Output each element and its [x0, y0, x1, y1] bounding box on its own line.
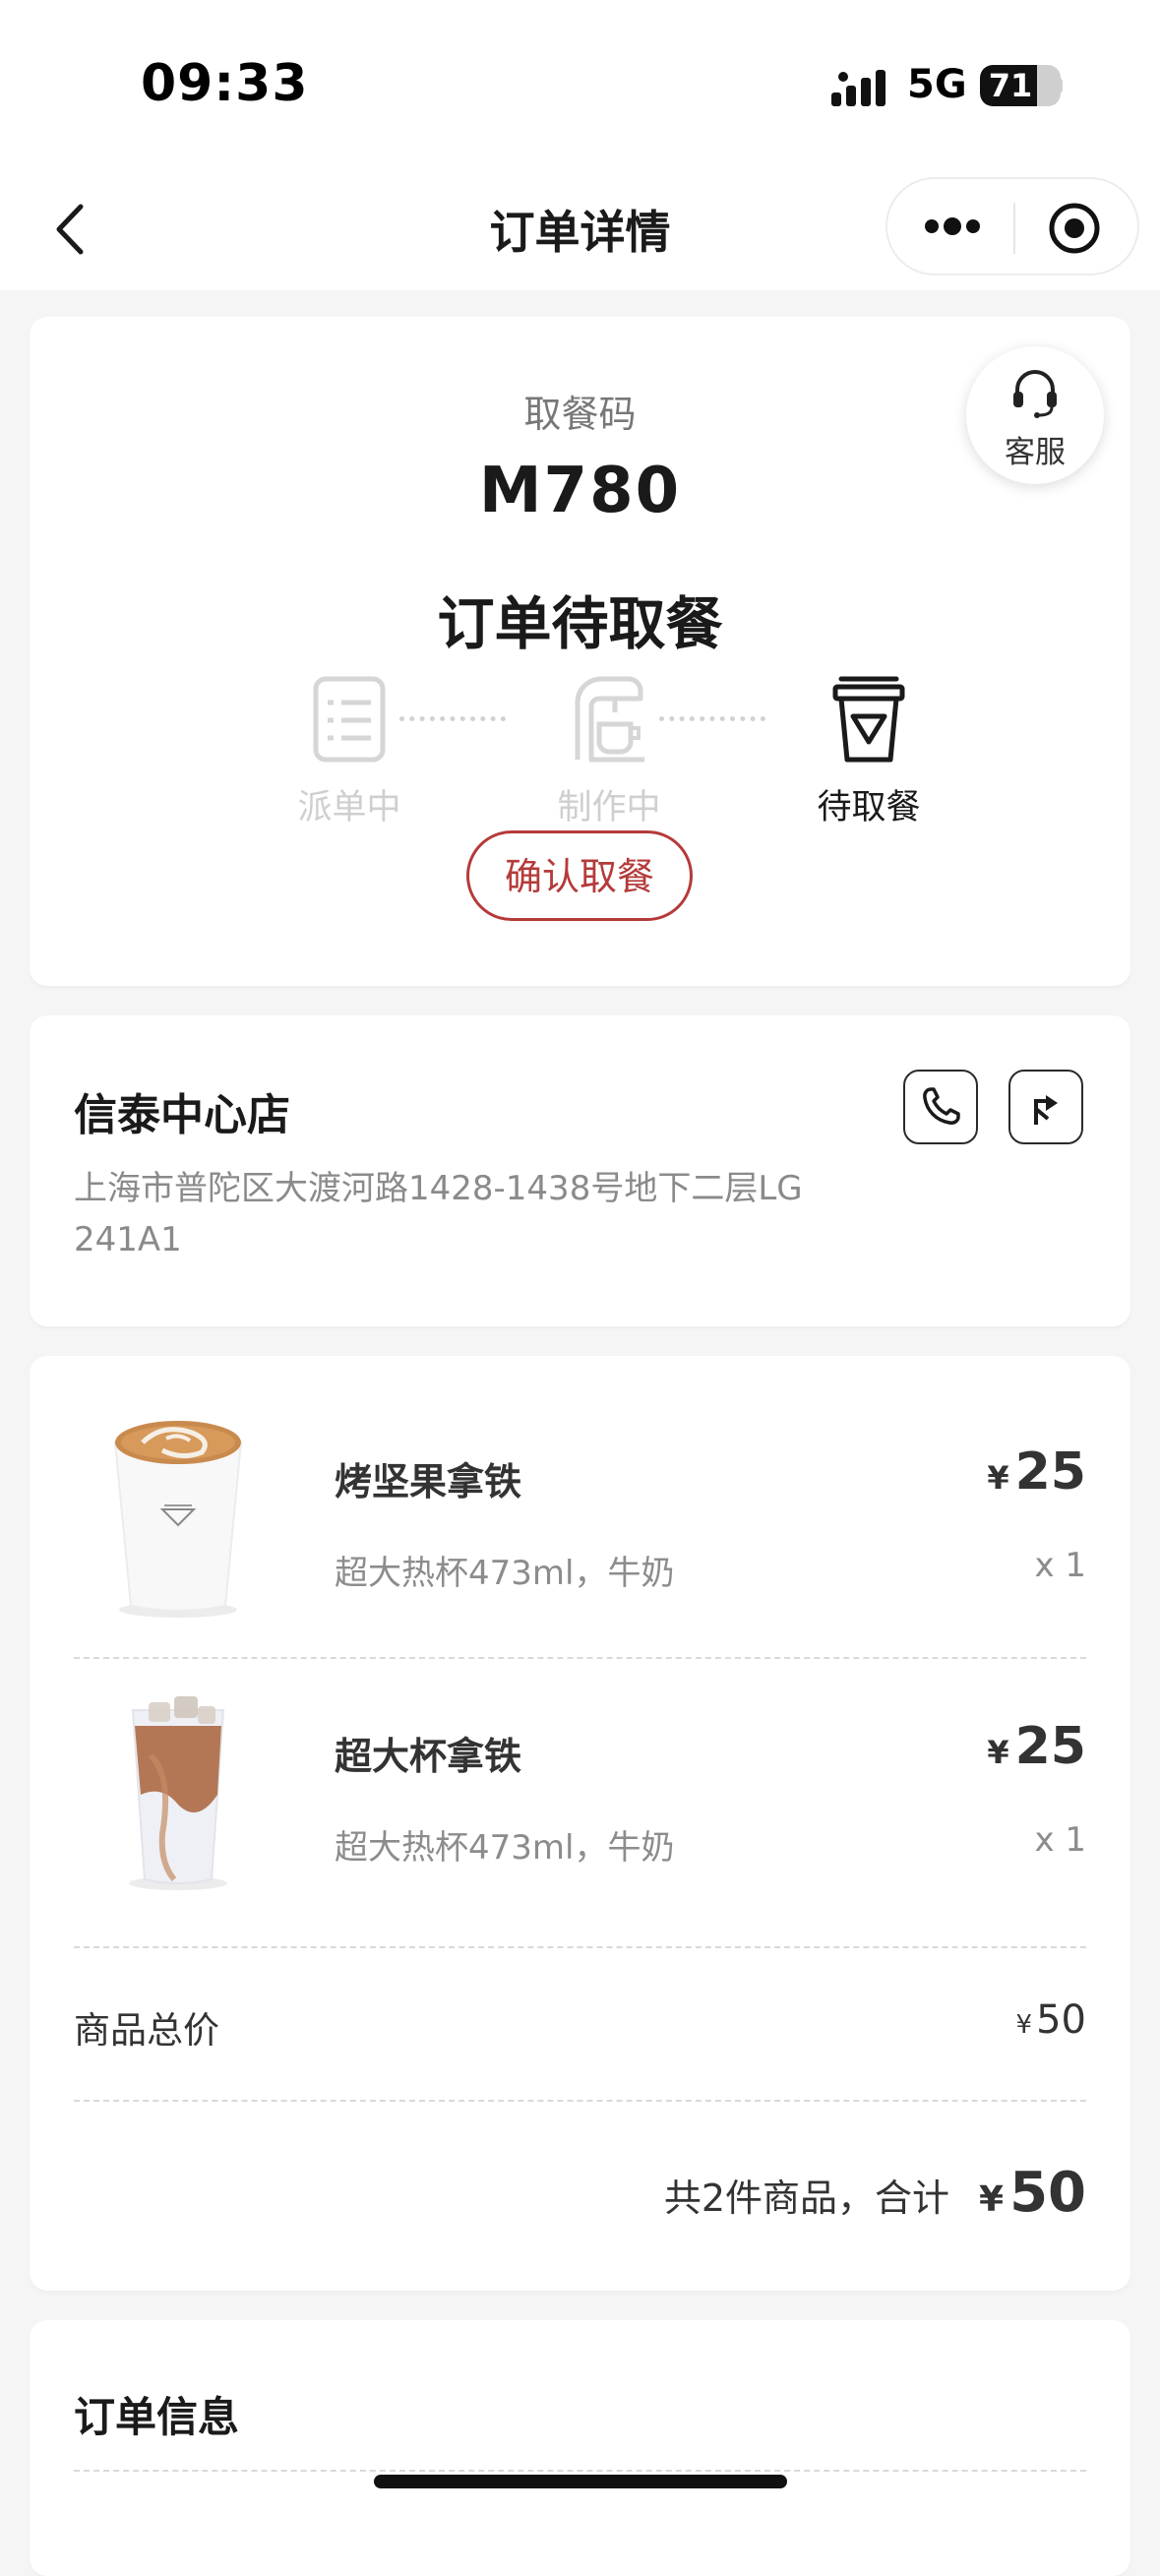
- divider: [74, 1946, 1086, 1948]
- step-label: 派单中: [297, 788, 401, 828]
- headset-icon: [1013, 370, 1057, 418]
- battery-tip: [1056, 78, 1063, 93]
- iced-latte-cup-image: [129, 1696, 227, 1890]
- mini-program-capsule: [885, 177, 1139, 276]
- item-spec: 超大热杯473ml，牛奶: [335, 1828, 675, 1868]
- more-dots-icon[interactable]: [923, 212, 982, 241]
- coffee-machine-icon: [575, 676, 644, 763]
- summary-text: 共2件商品，合计: [663, 2177, 949, 2220]
- store-address: 上海市普陀区大渡河路1428-1438号地下二层LG 241A1: [74, 1169, 803, 1259]
- total-amount: 50: [1009, 2161, 1086, 2225]
- phone-icon: [923, 1087, 960, 1125]
- item-quantity: x 1: [1034, 1820, 1086, 1860]
- battery-icon: 71: [980, 65, 1061, 106]
- cup-icon: [832, 676, 905, 763]
- hot-latte-cup-image: [113, 1421, 243, 1618]
- order-status-title: 订单待取餐: [437, 590, 723, 657]
- divider: [74, 2470, 1086, 2472]
- customer-service-button[interactable]: 客服: [966, 346, 1104, 484]
- currency-symbol: ¥: [979, 2179, 1005, 2220]
- pickup-card: 取餐码 M780 订单待取餐 客服 派单中 制作中 待取餐 确认取餐: [30, 317, 1130, 986]
- item-spec: 超大热杯473ml，牛奶: [335, 1554, 675, 1593]
- order-info-card: 订单信息: [30, 2320, 1130, 2576]
- subtotal-amount: 50: [1036, 1997, 1086, 2043]
- item-price: ¥25: [987, 1717, 1086, 1776]
- directions-icon: [1034, 1095, 1058, 1125]
- target-circle-icon[interactable]: [1047, 201, 1102, 256]
- item-price-value: 25: [1014, 1442, 1086, 1502]
- currency-symbol: ¥: [987, 1734, 1009, 1771]
- step-label: 待取餐: [817, 788, 921, 828]
- item-quantity: x 1: [1034, 1546, 1086, 1585]
- list-icon: [313, 676, 386, 763]
- subtotal-value: ¥50: [1016, 1997, 1086, 2043]
- order-total-summary: 共2件商品，合计 ¥50: [664, 2161, 1086, 2225]
- confirm-pickup-button[interactable]: 确认取餐: [466, 830, 693, 921]
- subtotal-label: 商品总价: [74, 2009, 219, 2052]
- divider: [74, 1657, 1086, 1659]
- item-price: ¥25: [987, 1442, 1086, 1502]
- call-store-button[interactable]: [903, 1070, 978, 1144]
- divider: [74, 2100, 1086, 2102]
- item-price-value: 25: [1014, 1717, 1086, 1776]
- capsule-divider: [1013, 203, 1015, 254]
- status-bar: 09:33 5G 71: [0, 0, 1160, 167]
- home-indicator[interactable]: [374, 2475, 787, 2488]
- nav-bar: 订单详情: [0, 167, 1160, 290]
- cellular-signal-icon: [831, 70, 885, 106]
- order-items-card: 烤坚果拿铁 ¥25 超大热杯473ml，牛奶 x 1 超大杯拿铁 ¥25 超大热…: [30, 1356, 1130, 2291]
- item-name: 烤坚果拿铁: [335, 1460, 522, 1503]
- navigate-button[interactable]: [1008, 1070, 1083, 1144]
- store-name: 信泰中心店: [74, 1090, 290, 1140]
- store-card: 信泰中心店 上海市普陀区大渡河路1428-1438号地下二层LG 241A1: [30, 1015, 1130, 1326]
- step-connector: [659, 716, 765, 721]
- step-connector: [399, 716, 506, 721]
- network-type: 5G: [907, 62, 967, 107]
- currency-symbol: ¥: [987, 1459, 1009, 1497]
- battery-level: 71: [988, 67, 1033, 104]
- item-name: 超大杯拿铁: [335, 1735, 522, 1778]
- status-time: 09:33: [141, 54, 309, 113]
- currency-symbol: ¥: [1015, 2010, 1033, 2040]
- order-info-title: 订单信息: [74, 2393, 240, 2441]
- step-label: 制作中: [557, 788, 661, 828]
- customer-service-label: 客服: [1005, 435, 1066, 470]
